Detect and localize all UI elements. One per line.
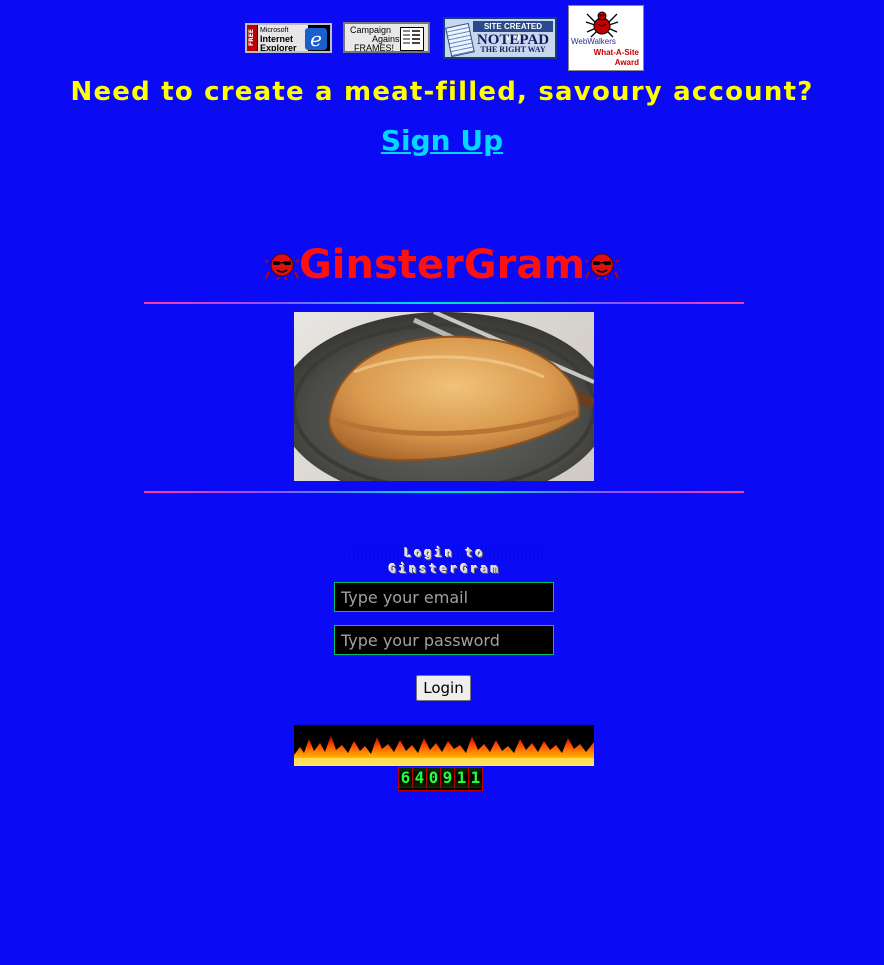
frames-window-icon [400,27,424,51]
counter-digit: 1 [469,768,482,788]
login-button[interactable]: Login [416,675,471,701]
rainbow-divider-top [144,302,744,304]
pasty-illustration [294,312,594,481]
password-input[interactable] [334,625,554,655]
counter-digit: 9 [441,768,455,788]
rainbow-divider-bottom [144,491,744,493]
sunglasses-mascot-icon [585,253,620,280]
brand-name: GinsterGram [298,241,586,288]
award-line1: What-A-Site [593,48,639,57]
webwalkers-award-badge[interactable]: WebWalkers What-A-Site Award [568,5,644,71]
badge-row: FREE Microsoft Internet Explorer e Campa… [0,5,884,71]
campaign-against-frames-badge[interactable]: Campaign Against FRAMES! [343,22,430,53]
spider-icon [585,11,619,38]
sign-up-link[interactable]: Sign Up [381,124,503,157]
signup-prompt-headline: Need to create a meat-filled, savoury ac… [70,77,814,107]
hit-counter: 6 4 0 9 1 1 [398,767,483,791]
internet-explorer-badge[interactable]: FREE Microsoft Internet Explorer e [245,23,332,53]
counter-digit: 0 [427,768,441,788]
counter-digit: 6 [399,768,413,788]
ie-badge-text: Microsoft Internet Explorer [258,25,308,51]
internet-explorer-icon: e [305,28,327,50]
counter-digit: 4 [413,768,427,788]
email-input[interactable] [334,582,554,612]
pasty-image [294,312,594,481]
login-heading-banner: Login to GinsterGram [346,545,544,576]
webwalkers-brand: WebWalkers [571,37,616,46]
ie-line3: Explorer [260,43,297,53]
brand-title: GinsterGram [0,236,884,293]
webwalkers-award-text: What-A-Site Award [587,48,639,68]
free-label: FREE [247,25,257,51]
notepad-badge[interactable]: SITE CREATED WITH NOTEPAD THE RIGHT WAY [443,17,557,59]
flames-banner [294,725,594,766]
notepad-icon [445,22,475,57]
award-line2: Award [614,58,639,67]
notepad-bottom-text: THE RIGHT WAY [480,45,546,54]
counter-digit: 1 [455,768,469,788]
notepad-top-text: SITE CREATED WITH [473,21,553,42]
signup-container: Sign Up [0,124,884,157]
sunglasses-mascot-icon [264,253,299,280]
flames-icon [294,735,594,766]
ie-line1: Microsoft [260,27,289,34]
